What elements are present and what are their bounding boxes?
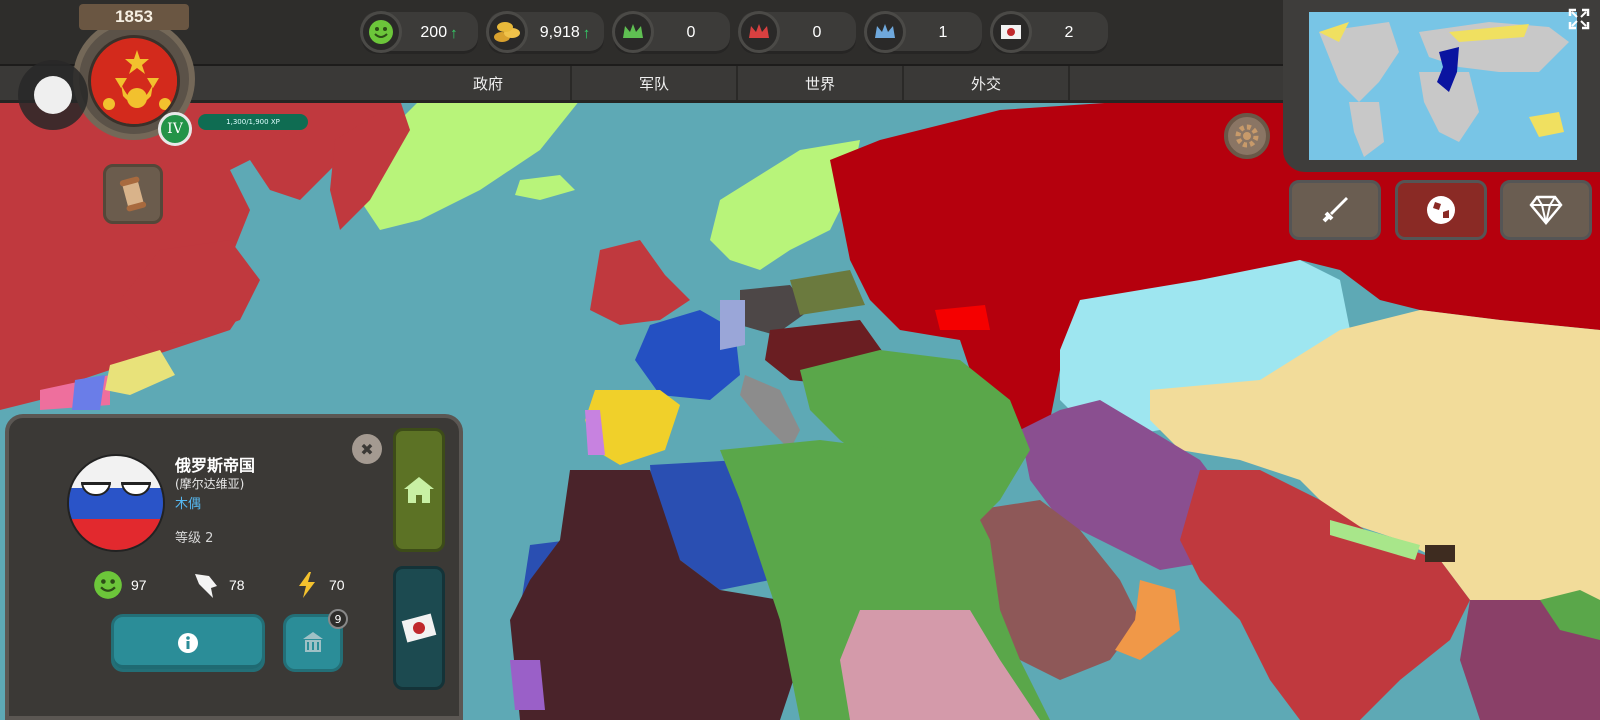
green-crown-icon (612, 11, 654, 53)
letter-button[interactable] (393, 566, 445, 690)
settings-button[interactable] (1224, 113, 1270, 159)
building-badge: 9 (328, 609, 348, 629)
gold-resource[interactable]: 9,918 ↑ (486, 11, 604, 54)
tab-army[interactable]: 军队 (572, 66, 738, 100)
tab-diplomacy[interactable]: 外交 (904, 66, 1070, 100)
country-name: 俄罗斯帝国 (175, 456, 256, 475)
country-subtitle: (摩尔达维亚) (175, 477, 245, 491)
diamond-button[interactable] (1500, 180, 1592, 240)
country-level: 等级 2 (175, 531, 214, 546)
info-button[interactable] (111, 614, 265, 672)
joystick-knob[interactable] (34, 76, 72, 114)
red-crown-value: 0 (812, 24, 822, 41)
minimap-view[interactable] (1309, 12, 1577, 160)
territory-icon (195, 574, 217, 598)
tab-government[interactable]: 政府 (406, 66, 572, 100)
building-button[interactable]: 9 (283, 609, 348, 672)
main-tabs: 政府 军队 世界 外交 (0, 66, 1300, 103)
coins-icon (486, 11, 528, 53)
arrow-up-icon: ↑ (582, 24, 591, 42)
letter-icon (401, 613, 437, 643)
scroll-button[interactable] (103, 164, 163, 224)
blue-crown-value: 1 (938, 24, 948, 41)
lightning-icon (299, 572, 315, 598)
info-icon (178, 633, 198, 653)
year-label: 1853 (79, 4, 189, 30)
joystick[interactable] (18, 60, 88, 130)
smiley-icon (360, 11, 402, 53)
green-crown-value: 0 (686, 24, 696, 41)
country-status: 木偶 (175, 497, 202, 512)
home-icon (404, 477, 434, 503)
happiness-stat: 97 (93, 570, 147, 600)
sword-button[interactable] (1289, 180, 1381, 240)
country-info-panel: 俄罗斯帝国 (摩尔达维亚) 木偶 等级 2 ✖ 97 78 70 9 (5, 414, 463, 720)
green-crown-resource[interactable]: 0 (612, 11, 730, 54)
blue-crown-icon (864, 11, 906, 53)
red-crown-icon (738, 11, 780, 53)
country-flag-ball (67, 454, 165, 552)
building-icon (303, 632, 323, 652)
letter-icon (990, 11, 1032, 53)
army-stat: 78 (191, 570, 245, 600)
diamond-icon (1529, 195, 1563, 225)
sword-icon (1322, 197, 1348, 223)
minimap[interactable] (1283, 0, 1600, 172)
scroll-icon (119, 176, 147, 212)
arrow-up-icon: ↑ (450, 24, 458, 42)
region-bhutan (1425, 545, 1455, 562)
gold-value: 9,918 (539, 24, 580, 41)
letters-resource[interactable]: 2 (990, 11, 1108, 54)
close-button[interactable]: ✖ (352, 434, 382, 464)
army-stat-value: 78 (229, 577, 245, 593)
region-us-blue (72, 375, 105, 410)
smiley-icon (94, 571, 122, 599)
gear-icon (1235, 124, 1259, 148)
rank-badge: IV (158, 112, 192, 146)
red-crown-resource[interactable]: 0 (738, 11, 856, 54)
expand-icon[interactable] (1568, 8, 1590, 30)
power-stat-value: 70 (329, 577, 345, 593)
home-button[interactable] (393, 428, 445, 552)
xp-bar: 1,300/1,900 XP (198, 114, 308, 130)
tab-world[interactable]: 世界 (738, 66, 904, 100)
top-bar: 200 ↑ 9,918 ↑ 0 0 1 2 (0, 0, 1300, 66)
world-button[interactable] (1395, 180, 1487, 240)
power-stat: 70 (293, 570, 345, 600)
happiness-value: 200 (420, 24, 448, 41)
globe-icon (1427, 196, 1455, 224)
region-germany (720, 300, 745, 350)
happiness-resource[interactable]: 200 ↑ (360, 11, 478, 54)
letters-value: 2 (1064, 24, 1074, 41)
happiness-stat-value: 97 (131, 577, 147, 593)
blue-crown-resource[interactable]: 1 (864, 11, 982, 54)
region-west-africa-violet (510, 660, 545, 710)
